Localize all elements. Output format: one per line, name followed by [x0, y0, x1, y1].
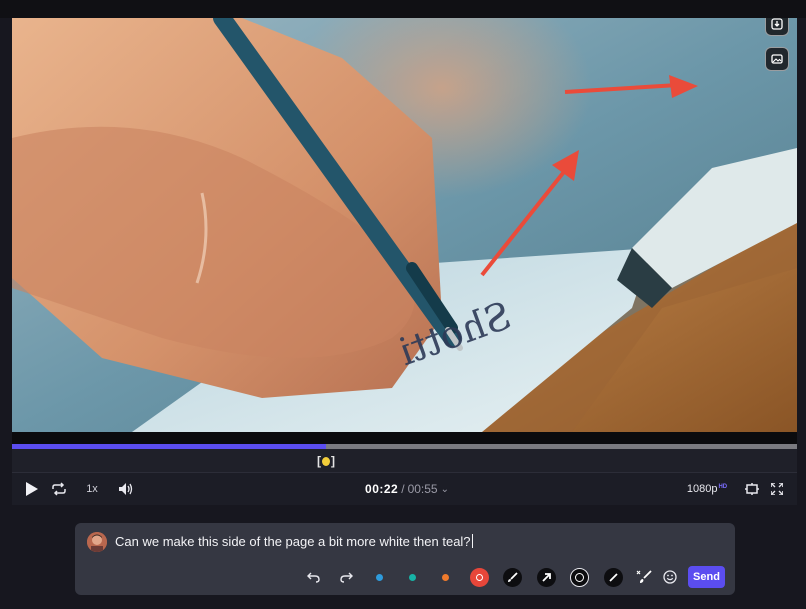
- duration: 00:55: [407, 482, 438, 496]
- frame-image-button[interactable]: [765, 47, 789, 71]
- comment-composer: Can we make this side of the page a bit …: [75, 523, 735, 595]
- emoji-button[interactable]: [660, 567, 680, 587]
- emoji-icon: [663, 570, 677, 584]
- line-tool-button[interactable]: [603, 567, 623, 587]
- undo-icon: [306, 572, 320, 583]
- rectangle-icon: [574, 572, 584, 582]
- comment-input[interactable]: Can we make this side of the page a bit …: [115, 534, 473, 549]
- redo-button[interactable]: [336, 567, 356, 587]
- brush-tool-button[interactable]: [502, 567, 522, 587]
- send-button[interactable]: Send: [688, 566, 725, 588]
- arrow-icon: [541, 572, 551, 582]
- color-red-button[interactable]: [469, 567, 489, 587]
- loop-button[interactable]: [48, 473, 70, 505]
- redo-icon: [339, 572, 353, 583]
- volume-button[interactable]: [115, 473, 135, 505]
- current-time: 00:22: [365, 482, 399, 496]
- video-frame[interactable]: Shotti: [12, 18, 797, 432]
- avatar: [87, 532, 107, 552]
- color-swatch-blue: [375, 573, 383, 581]
- clear-drawing-button[interactable]: [634, 567, 654, 587]
- play-icon: [25, 482, 38, 496]
- letterbox: [12, 432, 797, 444]
- fullscreen-button[interactable]: [767, 473, 787, 505]
- color-blue-button[interactable]: [369, 567, 389, 587]
- loop-icon: [52, 482, 66, 496]
- comment-input-text: Can we make this side of the page a bit …: [115, 534, 471, 549]
- player-controls: 1x 00:22 / 00:55 ⌄ 1080p HD: [12, 473, 797, 505]
- play-button[interactable]: [20, 473, 42, 505]
- color-orange-button[interactable]: [435, 567, 455, 587]
- shape-tool-button[interactable]: [569, 567, 589, 587]
- chevron-down-icon: ⌄: [440, 483, 449, 495]
- quality-button[interactable]: 1080p HD: [682, 473, 732, 505]
- color-teal-button[interactable]: [402, 567, 422, 587]
- fullscreen-icon: [771, 483, 783, 495]
- time-display[interactable]: 00:22 / 00:55 ⌄: [352, 473, 462, 505]
- image-icon: [771, 54, 783, 64]
- safe-zone-button[interactable]: [742, 473, 762, 505]
- arrow-tool-button[interactable]: [536, 567, 556, 587]
- download-icon: [771, 18, 783, 30]
- text-caret: [471, 534, 473, 548]
- comment-timeline[interactable]: []: [12, 449, 797, 473]
- volume-icon: [118, 483, 132, 495]
- speed-button[interactable]: 1x: [80, 473, 104, 505]
- color-swatch-red-selected: [469, 567, 489, 587]
- color-swatch-teal: [408, 573, 416, 581]
- color-swatch-orange: [441, 573, 449, 581]
- download-frame-button[interactable]: [765, 18, 789, 36]
- top-bar: [0, 0, 806, 18]
- time-separator: /: [401, 482, 405, 496]
- video-scene: Shotti: [12, 18, 797, 432]
- safe-zone-icon: [745, 483, 759, 495]
- undo-button[interactable]: [303, 567, 323, 587]
- quality-label: 1080p: [686, 483, 718, 495]
- comment-marker[interactable]: []: [317, 454, 335, 468]
- clear-icon: [636, 570, 652, 583]
- line-icon: [608, 572, 618, 582]
- hd-badge: HD: [718, 484, 728, 490]
- brush-icon: [507, 571, 518, 582]
